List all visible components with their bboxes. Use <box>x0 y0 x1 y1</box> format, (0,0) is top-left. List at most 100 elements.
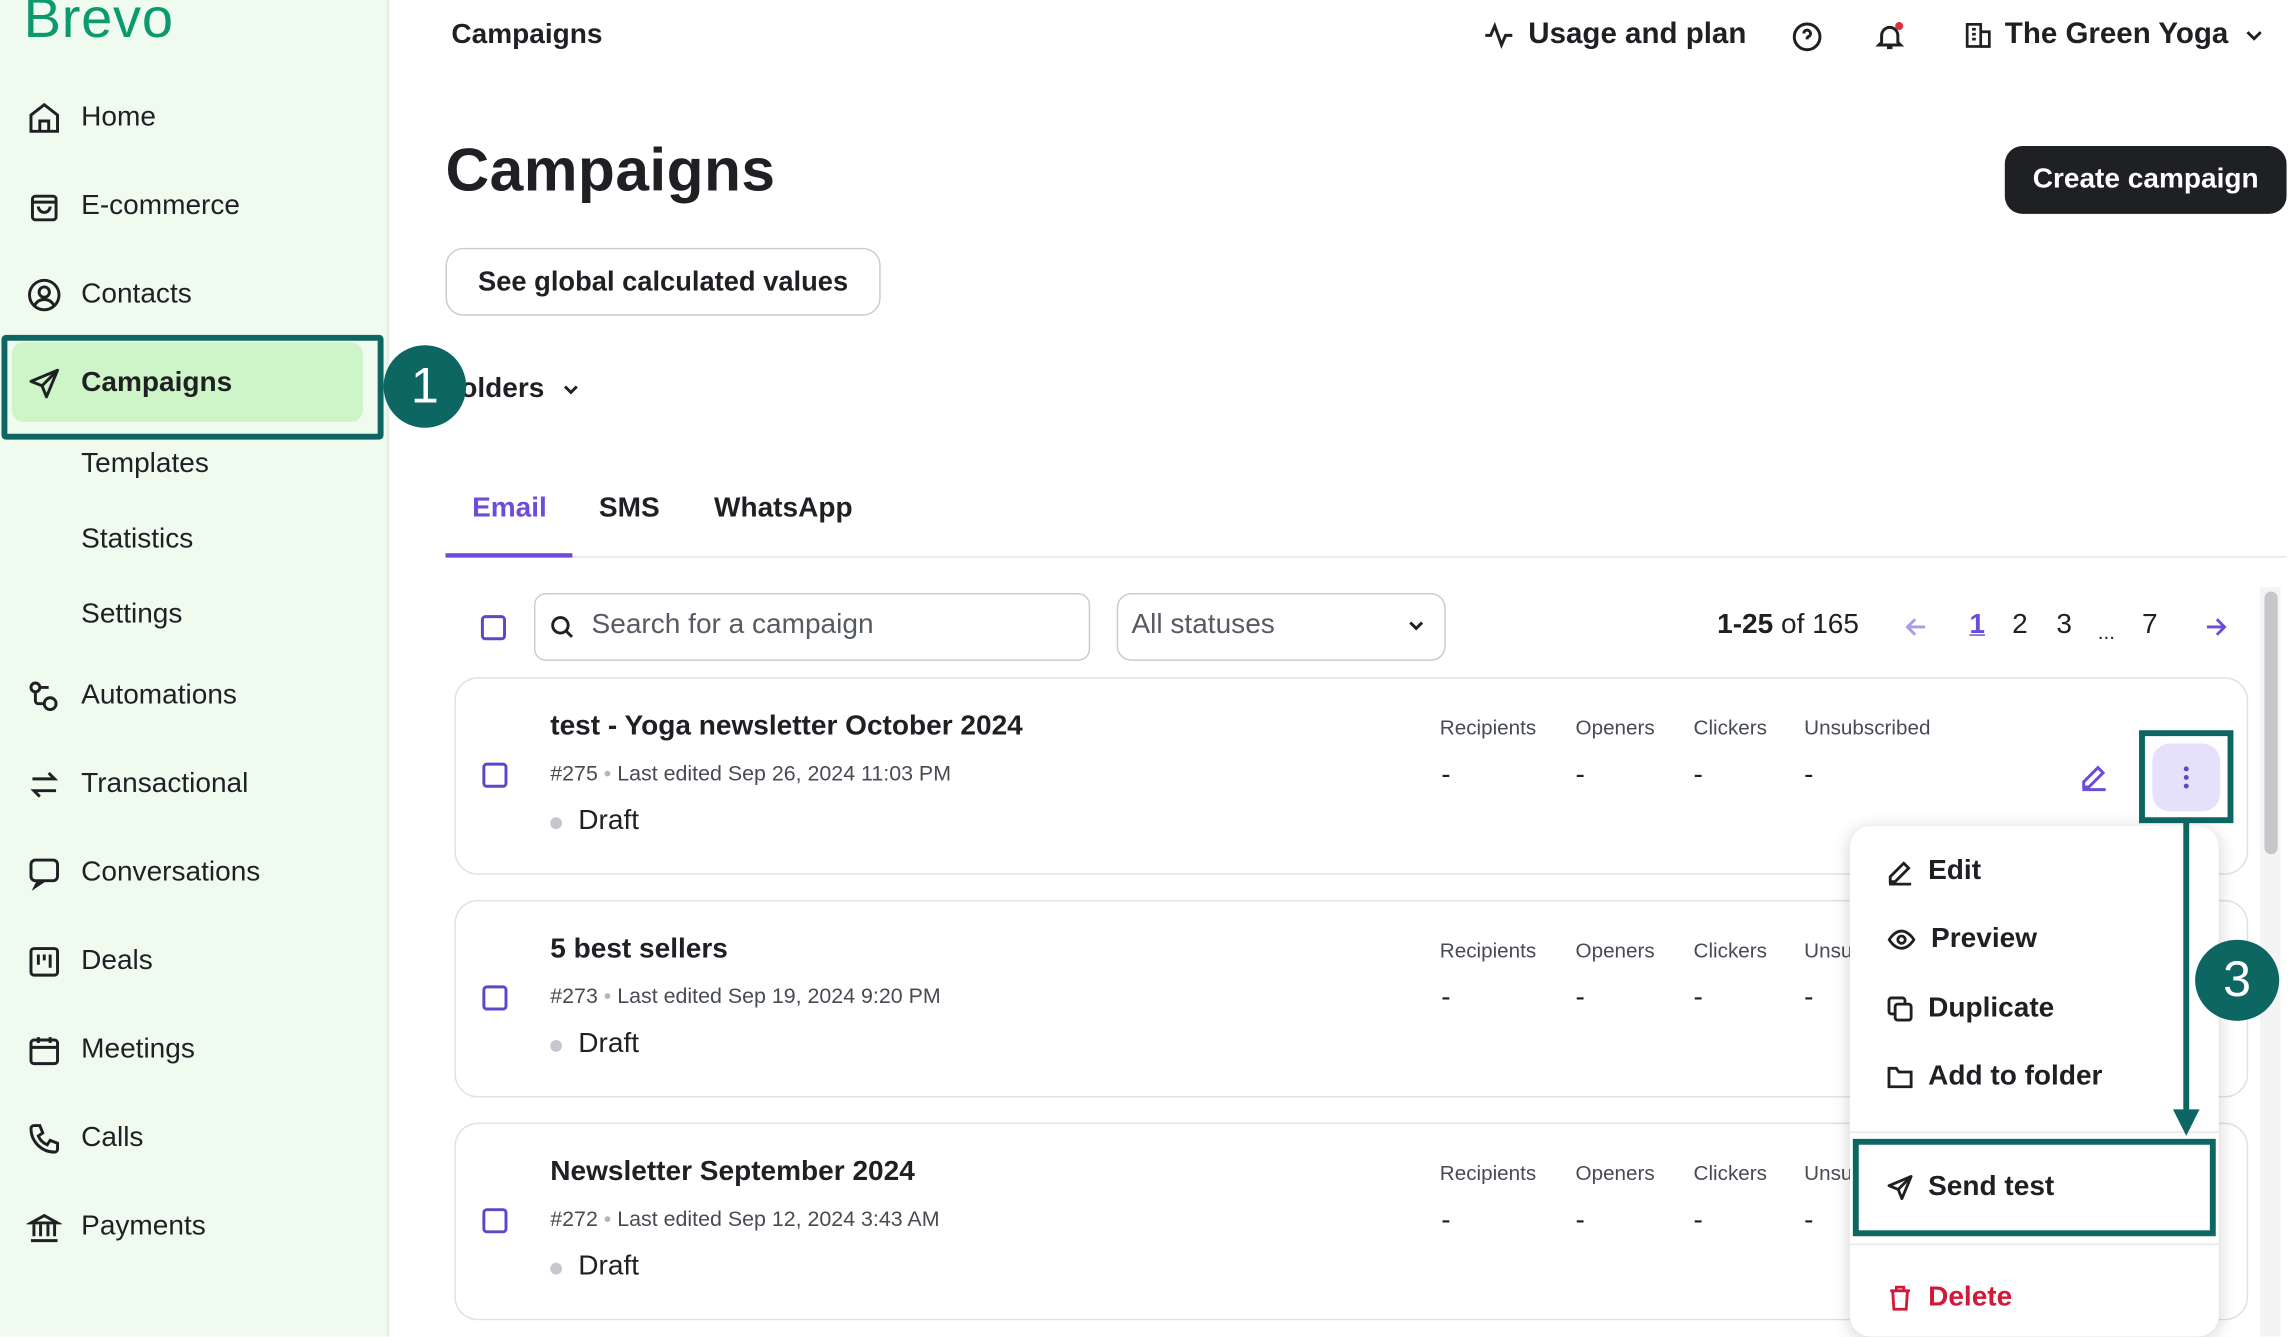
tab-whatsapp[interactable]: WhatsApp <box>714 493 853 525</box>
menu-item-preview[interactable]: Preview <box>1885 923 2037 955</box>
campaign-meta: #275 • Last edited Sep 26, 2024 11:03 PM <box>550 763 951 787</box>
menu-item-add-to-folder[interactable]: Add to folder <box>1885 1061 2102 1093</box>
sidebar-item-transactional[interactable]: Transactional <box>0 751 387 819</box>
value-clickers: - <box>1693 982 1703 1014</box>
value-clickers: - <box>1693 1205 1703 1237</box>
sidebar-item-label: Automations <box>81 680 237 712</box>
sidebar-item-deals[interactable]: Deals <box>0 928 387 996</box>
page-3[interactable]: 3 <box>2056 609 2072 641</box>
chevron-down-icon <box>559 378 583 402</box>
tab-email[interactable]: Email <box>472 493 547 525</box>
arrow-right-icon[interactable] <box>2202 614 2229 641</box>
pencil-icon <box>1885 857 1915 887</box>
building-icon <box>1963 20 1993 50</box>
pencil-icon[interactable] <box>2079 761 2110 792</box>
page-title: Campaigns <box>445 135 776 204</box>
sidebar-item-statistics[interactable]: Statistics <box>81 524 193 556</box>
bank-icon <box>26 1210 62 1245</box>
sidebar-item-label: Conversations <box>81 857 261 889</box>
send-test-annotation-frame <box>1852 1138 2216 1237</box>
value-unsubscribed: - <box>1804 1205 1814 1237</box>
campaign-status: Draft <box>578 805 640 837</box>
col-recipients: Recipients <box>1439 715 1537 740</box>
create-campaign-button[interactable]: Create campaign <box>2004 146 2287 214</box>
trash-icon <box>1885 1283 1915 1313</box>
meta-separator: • <box>603 762 612 787</box>
page-ellipsis: ... <box>2097 619 2115 644</box>
campaign-checkbox[interactable] <box>482 1208 508 1234</box>
sidebar-item-payments[interactable]: Payments <box>0 1193 387 1261</box>
status-dot <box>550 1262 563 1275</box>
col-recipients: Recipients <box>1439 1160 1537 1185</box>
menu-label: Edit <box>1928 855 1982 887</box>
tab-sms[interactable]: SMS <box>599 493 660 525</box>
campaign-id: #273 <box>550 985 598 1010</box>
menu-label: Delete <box>1928 1281 2013 1313</box>
col-openers: Openers <box>1575 938 1655 962</box>
meta-separator: • <box>603 985 612 1010</box>
col-openers: Openers <box>1575 715 1655 740</box>
scrollbar-thumb[interactable] <box>2264 591 2278 855</box>
sidebar-item-home[interactable]: Home <box>0 84 387 152</box>
duplicate-icon <box>1885 994 1915 1024</box>
search-icon <box>549 614 576 641</box>
step-badge-1: 1 <box>383 345 467 428</box>
campaign-meta: #272 • Last edited Sep 12, 2024 3:43 AM <box>550 1208 939 1232</box>
campaign-checkbox[interactable] <box>482 762 508 788</box>
activity-icon <box>1483 18 1515 50</box>
sidebar-item-settings[interactable]: Settings <box>81 599 182 631</box>
bell-icon[interactable] <box>1874 21 1906 53</box>
sidebar-item-calls[interactable]: Calls <box>0 1105 387 1173</box>
sidebar-item-ecommerce[interactable]: E-commerce <box>0 173 387 241</box>
sidebar-item-templates[interactable]: Templates <box>81 448 209 480</box>
sidebar-item-contacts[interactable]: Contacts <box>0 261 387 329</box>
active-tab-indicator <box>445 553 573 558</box>
folders-label: olders <box>460 373 545 405</box>
page-1[interactable]: 1 <box>1969 609 1985 641</box>
search-placeholder: Search for a campaign <box>591 609 874 641</box>
value-unsubscribed: - <box>1804 982 1814 1014</box>
select-all-checkbox[interactable] <box>480 615 506 641</box>
campaign-meta: #273 • Last edited Sep 19, 2024 9:20 PM <box>550 985 940 1009</box>
range-bold: 1-25 <box>1717 609 1774 641</box>
page-2[interactable]: 2 <box>2012 609 2028 641</box>
sidebar-item-label: E-commerce <box>81 190 240 222</box>
tabs-divider <box>445 556 2287 558</box>
sidebar-item-label: Payments <box>81 1211 206 1243</box>
sidebar-item-conversations[interactable]: Conversations <box>0 839 387 907</box>
campaigns-annotation-frame <box>1 334 384 440</box>
sidebar-item-label: Meetings <box>81 1034 195 1066</box>
sidebar-item-meetings[interactable]: Meetings <box>0 1016 387 1084</box>
sidebar-item-automations[interactable]: Automations <box>0 662 387 730</box>
help-icon[interactable] <box>1791 21 1823 53</box>
campaign-title[interactable]: Newsletter September 2024 <box>550 1157 915 1189</box>
col-clickers: Clickers <box>1693 938 1767 962</box>
meta-separator: • <box>603 1208 612 1232</box>
page-7[interactable]: 7 <box>2142 609 2158 641</box>
menu-item-duplicate[interactable]: Duplicate <box>1885 993 2054 1025</box>
menu-label: Add to folder <box>1928 1060 2103 1092</box>
header-title: Campaigns <box>451 19 603 51</box>
value-unsubscribed: - <box>1804 759 1814 791</box>
brevo-logo[interactable]: Brevo <box>24 0 174 52</box>
campaign-id: #275 <box>550 762 598 787</box>
campaign-edited: Last edited Sep 12, 2024 3:43 AM <box>617 1208 940 1232</box>
value-openers: - <box>1575 1205 1585 1237</box>
usage-and-plan-link[interactable]: Usage and plan <box>1483 17 1747 52</box>
campaign-title[interactable]: 5 best sellers <box>550 934 728 966</box>
global-values-button[interactable]: See global calculated values <box>445 247 881 316</box>
folders-dropdown[interactable]: olders <box>448 373 582 405</box>
arrow-left-icon[interactable] <box>1903 614 1930 641</box>
value-openers: - <box>1575 982 1585 1014</box>
campaign-checkbox[interactable] <box>482 985 508 1011</box>
menu-item-edit[interactable]: Edit <box>1885 856 1981 888</box>
campaign-title[interactable]: test - Yoga newsletter October 2024 <box>550 711 1023 743</box>
organization-switcher[interactable]: The Green Yoga <box>1963 18 2266 52</box>
menu-label: Preview <box>1931 923 2037 955</box>
value-recipients: - <box>1441 759 1451 791</box>
col-clickers: Clickers <box>1693 1160 1767 1185</box>
col-unsubscribed: Unsubscribed <box>1804 715 1931 740</box>
usage-label: Usage and plan <box>1528 17 1747 51</box>
actions-menu: Edit Preview Duplicate Add to folder Sen… <box>1849 826 2219 1337</box>
menu-item-delete[interactable]: Delete <box>1885 1282 2012 1314</box>
